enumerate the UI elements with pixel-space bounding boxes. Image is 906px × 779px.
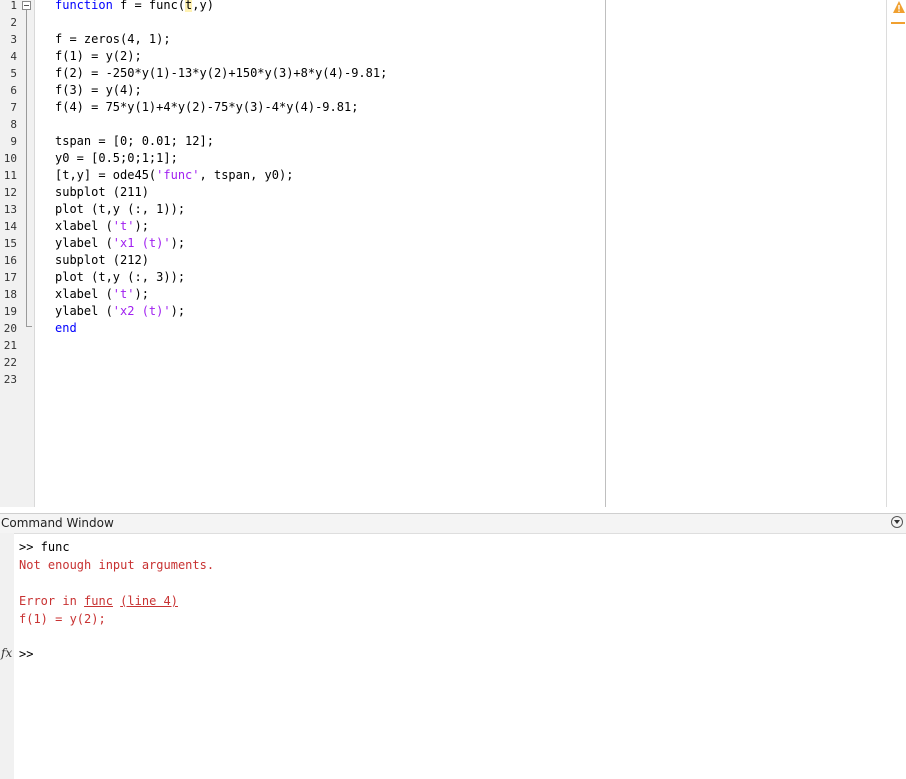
error-message: Not enough input arguments. <box>19 558 215 572</box>
keyword-end: end <box>55 321 77 335</box>
code-line[interactable]: subplot (211) <box>55 184 149 201</box>
line-number: 11 <box>3 169 17 182</box>
code-fold-toggle[interactable] <box>22 1 31 10</box>
line-number: 1 <box>10 0 17 12</box>
line-number: 7 <box>10 101 17 114</box>
code-line[interactable]: tspan = [0; 0.01; 12]; <box>55 133 214 150</box>
line-number: 5 <box>10 67 17 80</box>
error-func-link[interactable]: func <box>84 594 113 608</box>
code-fold-end <box>26 326 32 327</box>
command-window-header: Command Window <box>0 513 906 534</box>
code-line[interactable]: function f = func(t,y) <box>55 0 214 14</box>
string-literal: 'x2 (t)' <box>112 304 171 318</box>
code-text: [t,y] = ode45( <box>55 168 157 182</box>
code-line[interactable]: xlabel ('t'); <box>55 286 149 303</box>
error-code-line: f(1) = y(2); <box>19 612 106 626</box>
line-number: 2 <box>10 16 17 29</box>
code-text: ylabel ( <box>55 236 113 250</box>
code-text: ); <box>170 304 186 318</box>
code-line[interactable]: f(1) = y(2); <box>55 48 142 65</box>
line-number: 21 <box>3 339 17 352</box>
line-number: 16 <box>3 254 17 267</box>
code-line[interactable]: xlabel ('t'); <box>55 218 149 235</box>
line-number: 22 <box>3 356 17 369</box>
code-line[interactable]: plot (t,y (:, 3)); <box>55 269 185 286</box>
keyword-function: function <box>55 0 113 12</box>
code-line[interactable]: f(4) = 75*y(1)+4*y(2)-75*y(3)-4*y(4)-9.8… <box>55 99 358 116</box>
line-number: 8 <box>10 118 17 131</box>
line-number: 17 <box>3 271 17 284</box>
line-number: 12 <box>3 186 17 199</box>
string-literal: 't' <box>112 287 135 301</box>
code-text: ylabel ( <box>55 304 113 318</box>
error-line-link[interactable]: (line 4) <box>120 594 178 608</box>
code-text: f = func( <box>112 0 186 12</box>
line-number: 3 <box>10 33 17 46</box>
chevron-down-circle-icon[interactable] <box>891 516 903 528</box>
code-text: ); <box>170 236 186 250</box>
command-prompt[interactable]: >> <box>19 647 33 661</box>
code-line[interactable]: subplot (212) <box>55 252 149 269</box>
line-number: 13 <box>3 203 17 216</box>
line-number: 10 <box>3 152 17 165</box>
line-number: 18 <box>3 288 17 301</box>
line-number-gutter: 1 2 3 4 5 6 7 8 9 10 11 12 13 14 15 16 1… <box>0 0 35 507</box>
right-text-limit-line <box>605 0 606 507</box>
code-text: ,y) <box>192 0 214 12</box>
error-location: Error in func (line 4) <box>19 592 178 610</box>
line-number: 14 <box>3 220 17 233</box>
function-browser-icon[interactable]: fx <box>1 646 12 660</box>
string-literal: 'func' <box>156 168 200 182</box>
code-line[interactable]: f(2) = -250*y(1)-13*y(2)+150*y(3)+8*y(4)… <box>55 65 387 82</box>
code-line[interactable]: [t,y] = ode45('func', tspan, y0); <box>55 167 293 184</box>
code-text: ); <box>134 287 149 301</box>
code-text: , tspan, y0); <box>199 168 294 182</box>
line-number: 9 <box>10 135 17 148</box>
line-number: 23 <box>3 373 17 386</box>
command-window-title: Command Window <box>1 516 114 530</box>
line-number: 19 <box>3 305 17 318</box>
warning-triangle-icon[interactable] <box>892 0 906 14</box>
string-literal: 't' <box>112 219 135 233</box>
code-text: xlabel ( <box>55 219 113 233</box>
code-line[interactable]: f = zeros(4, 1); <box>55 31 171 48</box>
line-number: 4 <box>10 50 17 63</box>
line-number: 20 <box>3 322 17 335</box>
code-text: ); <box>134 219 149 233</box>
command-input-line: >> func <box>19 540 70 554</box>
error-text: Error in <box>19 594 85 608</box>
code-line[interactable]: plot (t,y (:, 1)); <box>55 201 185 218</box>
line-number: 6 <box>10 84 17 97</box>
line-number: 15 <box>3 237 17 250</box>
code-analyzer-strip[interactable] <box>886 0 906 507</box>
warning-marker[interactable] <box>891 22 905 24</box>
code-text: xlabel ( <box>55 287 113 301</box>
code-editor[interactable]: 1 2 3 4 5 6 7 8 9 10 11 12 13 14 15 16 1… <box>0 0 906 507</box>
code-line[interactable]: ylabel ('x1 (t)'); <box>55 235 185 252</box>
code-fold-line <box>26 10 27 326</box>
code-line[interactable]: end <box>55 320 77 337</box>
code-line[interactable]: y0 = [0.5;0;1;1]; <box>55 150 178 167</box>
code-line[interactable]: ylabel ('x2 (t)'); <box>55 303 185 320</box>
code-line[interactable]: f(3) = y(4); <box>55 82 142 99</box>
string-literal: 'x1 (t)' <box>112 236 171 250</box>
